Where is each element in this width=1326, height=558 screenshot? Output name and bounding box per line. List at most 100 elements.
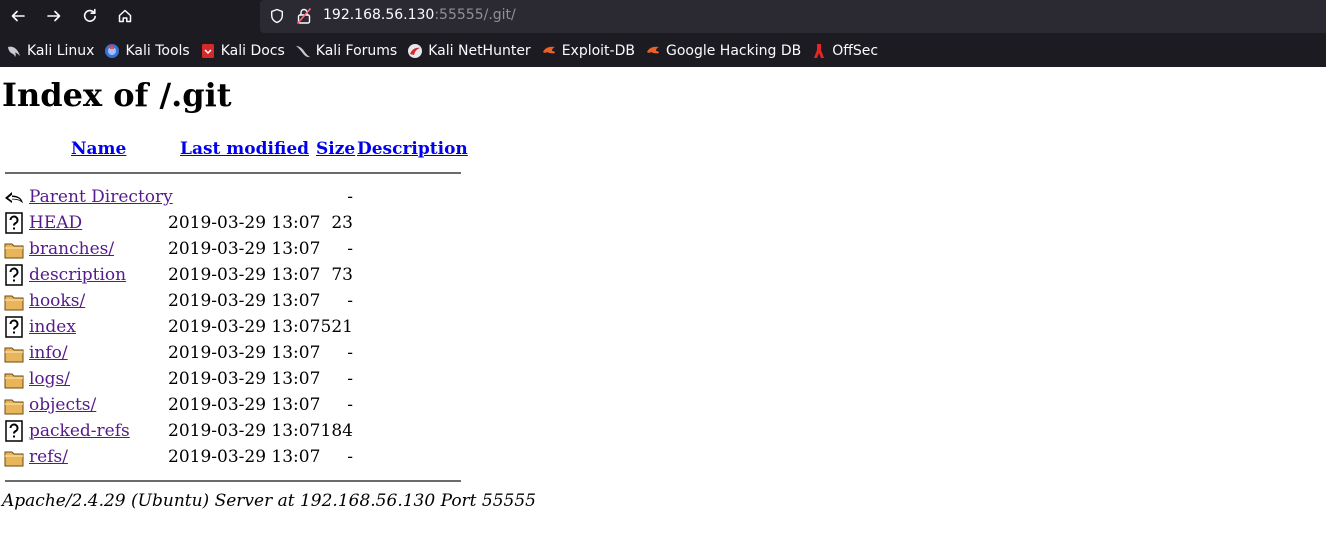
table-row: Parent Directory - [0, 184, 470, 210]
url-host: 192.168.56.130 [323, 7, 435, 23]
entry-link[interactable]: packed-refs [29, 421, 130, 441]
shield-icon[interactable] [269, 8, 285, 24]
page-title: Index of /.git [2, 76, 232, 114]
entry-size: 73 [331, 265, 353, 285]
sort-by-name-link[interactable]: Name [71, 139, 126, 159]
entry-link[interactable]: description [29, 265, 126, 285]
table-row: branches/ 2019-03-29 13:07 - [0, 236, 470, 262]
entry-modified: 2019-03-29 13:07 [168, 317, 321, 337]
unknown-file-icon [4, 212, 24, 234]
entry-size: 521 [320, 317, 353, 337]
entry-size: - [347, 369, 353, 389]
bookmarks-toolbar: Kali Linux Kali Tools Kali Docs Kali For… [0, 34, 1326, 67]
forward-button[interactable] [42, 4, 66, 28]
sort-by-description-link[interactable]: Description [357, 139, 468, 159]
bookmark-label: Kali NetHunter [428, 42, 531, 59]
entry-link[interactable]: refs/ [29, 447, 68, 467]
unknown-file-icon [4, 264, 24, 286]
bookmark-kali-docs[interactable]: Kali Docs [200, 39, 285, 63]
entry-modified: 2019-03-29 13:07 [168, 239, 321, 259]
bookmark-label: Kali Docs [220, 42, 285, 59]
table-row: packed-refs 2019-03-29 13:07 184 [0, 418, 470, 444]
entry-modified: 2019-03-29 13:07 [168, 421, 321, 441]
entry-link[interactable]: Parent Directory [29, 187, 173, 207]
browser-chrome: 192.168.56.130:55555/.git/ Kali Linux Ka… [0, 0, 1326, 67]
bookmark-offsec[interactable]: OffSec [811, 39, 878, 63]
kali-tools-icon [104, 43, 120, 59]
entry-size: - [347, 187, 353, 207]
server-signature: Apache/2.4.29 (Ubuntu) Server at 192.168… [2, 491, 536, 511]
entry-link[interactable]: objects/ [29, 395, 96, 415]
entry-modified: 2019-03-29 13:07 [168, 213, 321, 233]
url-bar[interactable]: 192.168.56.130:55555/.git/ [260, 0, 1326, 33]
folder-icon [4, 394, 24, 416]
exploitdb-icon [541, 43, 557, 59]
bookmark-label: Kali Linux [27, 42, 95, 59]
bookmark-google-hacking-db[interactable]: Google Hacking DB [645, 39, 801, 63]
bookmark-kali-nethunter[interactable]: Kali NetHunter [407, 39, 531, 63]
bookmark-kali-linux[interactable]: Kali Linux [6, 39, 94, 63]
table-row: index 2019-03-29 13:07 521 [0, 314, 470, 340]
entry-size: - [347, 447, 353, 467]
entry-modified: 2019-03-29 13:07 [168, 369, 321, 389]
table-row: HEAD 2019-03-29 13:07 23 [0, 210, 470, 236]
home-icon [118, 9, 132, 23]
ghdb-icon [645, 43, 661, 59]
back-icon [4, 186, 24, 208]
entry-modified: 2019-03-29 13:07 [168, 343, 321, 363]
kali-docs-icon [200, 43, 216, 59]
entry-link[interactable]: hooks/ [29, 291, 85, 311]
entry-link[interactable]: index [29, 317, 76, 337]
entry-link[interactable]: info/ [29, 343, 68, 363]
entry-link[interactable]: logs/ [29, 369, 70, 389]
bookmark-kali-tools[interactable]: Kali Tools [104, 39, 190, 63]
url-path: :55555/.git/ [434, 7, 516, 23]
entry-size: - [347, 395, 353, 415]
folder-icon [4, 446, 24, 468]
bookmark-label: OffSec [832, 42, 879, 59]
footer-divider [5, 480, 461, 482]
table-row: refs/ 2019-03-29 13:07 - [0, 444, 470, 470]
arrow-left-icon [11, 10, 25, 22]
kali-forums-icon [295, 43, 311, 59]
entry-link[interactable]: HEAD [29, 213, 82, 233]
entry-size: 23 [331, 213, 353, 233]
folder-icon [4, 238, 24, 260]
nethunter-icon [407, 43, 423, 59]
bookmark-label: Kali Tools [125, 42, 190, 59]
entry-modified: 2019-03-29 13:07 [168, 265, 321, 285]
kali-dragon-icon [6, 43, 22, 59]
entry-size: 184 [320, 421, 353, 441]
sort-by-modified-link[interactable]: Last modified [180, 139, 309, 159]
entry-modified: 2019-03-29 13:07 [168, 291, 321, 311]
unknown-file-icon [4, 420, 24, 442]
table-row: objects/ 2019-03-29 13:07 - [0, 392, 470, 418]
folder-icon [4, 342, 24, 364]
table-row: logs/ 2019-03-29 13:07 - [0, 366, 470, 392]
home-button[interactable] [113, 4, 137, 28]
entry-size: - [347, 291, 353, 311]
sort-by-size-link[interactable]: Size [316, 139, 355, 159]
page-content: Index of /.git Name Last modified Size D… [0, 67, 1326, 558]
offsec-icon [811, 43, 827, 59]
bookmark-label: Exploit-DB [561, 42, 635, 59]
table-row: info/ 2019-03-29 13:07 - [0, 340, 470, 366]
bookmark-kali-forums[interactable]: Kali Forums [295, 39, 397, 63]
bookmark-exploit-db[interactable]: Exploit-DB [541, 39, 635, 63]
insecure-lock-icon[interactable] [296, 7, 312, 25]
url-text[interactable]: 192.168.56.130:55555/.git/ [323, 7, 516, 23]
bookmark-label: Kali Forums [315, 42, 398, 59]
header-divider [5, 172, 461, 174]
reload-icon [83, 8, 96, 22]
back-button[interactable] [6, 4, 30, 28]
arrow-right-icon [47, 10, 61, 22]
table-row: description 2019-03-29 13:07 73 [0, 262, 470, 288]
entry-modified: 2019-03-29 13:07 [168, 395, 321, 415]
entry-link[interactable]: branches/ [29, 239, 114, 259]
reload-button[interactable] [78, 4, 102, 28]
table-row: hooks/ 2019-03-29 13:07 - [0, 288, 470, 314]
folder-icon [4, 290, 24, 312]
entry-size: - [347, 343, 353, 363]
folder-icon [4, 368, 24, 390]
entry-size: - [347, 239, 353, 259]
